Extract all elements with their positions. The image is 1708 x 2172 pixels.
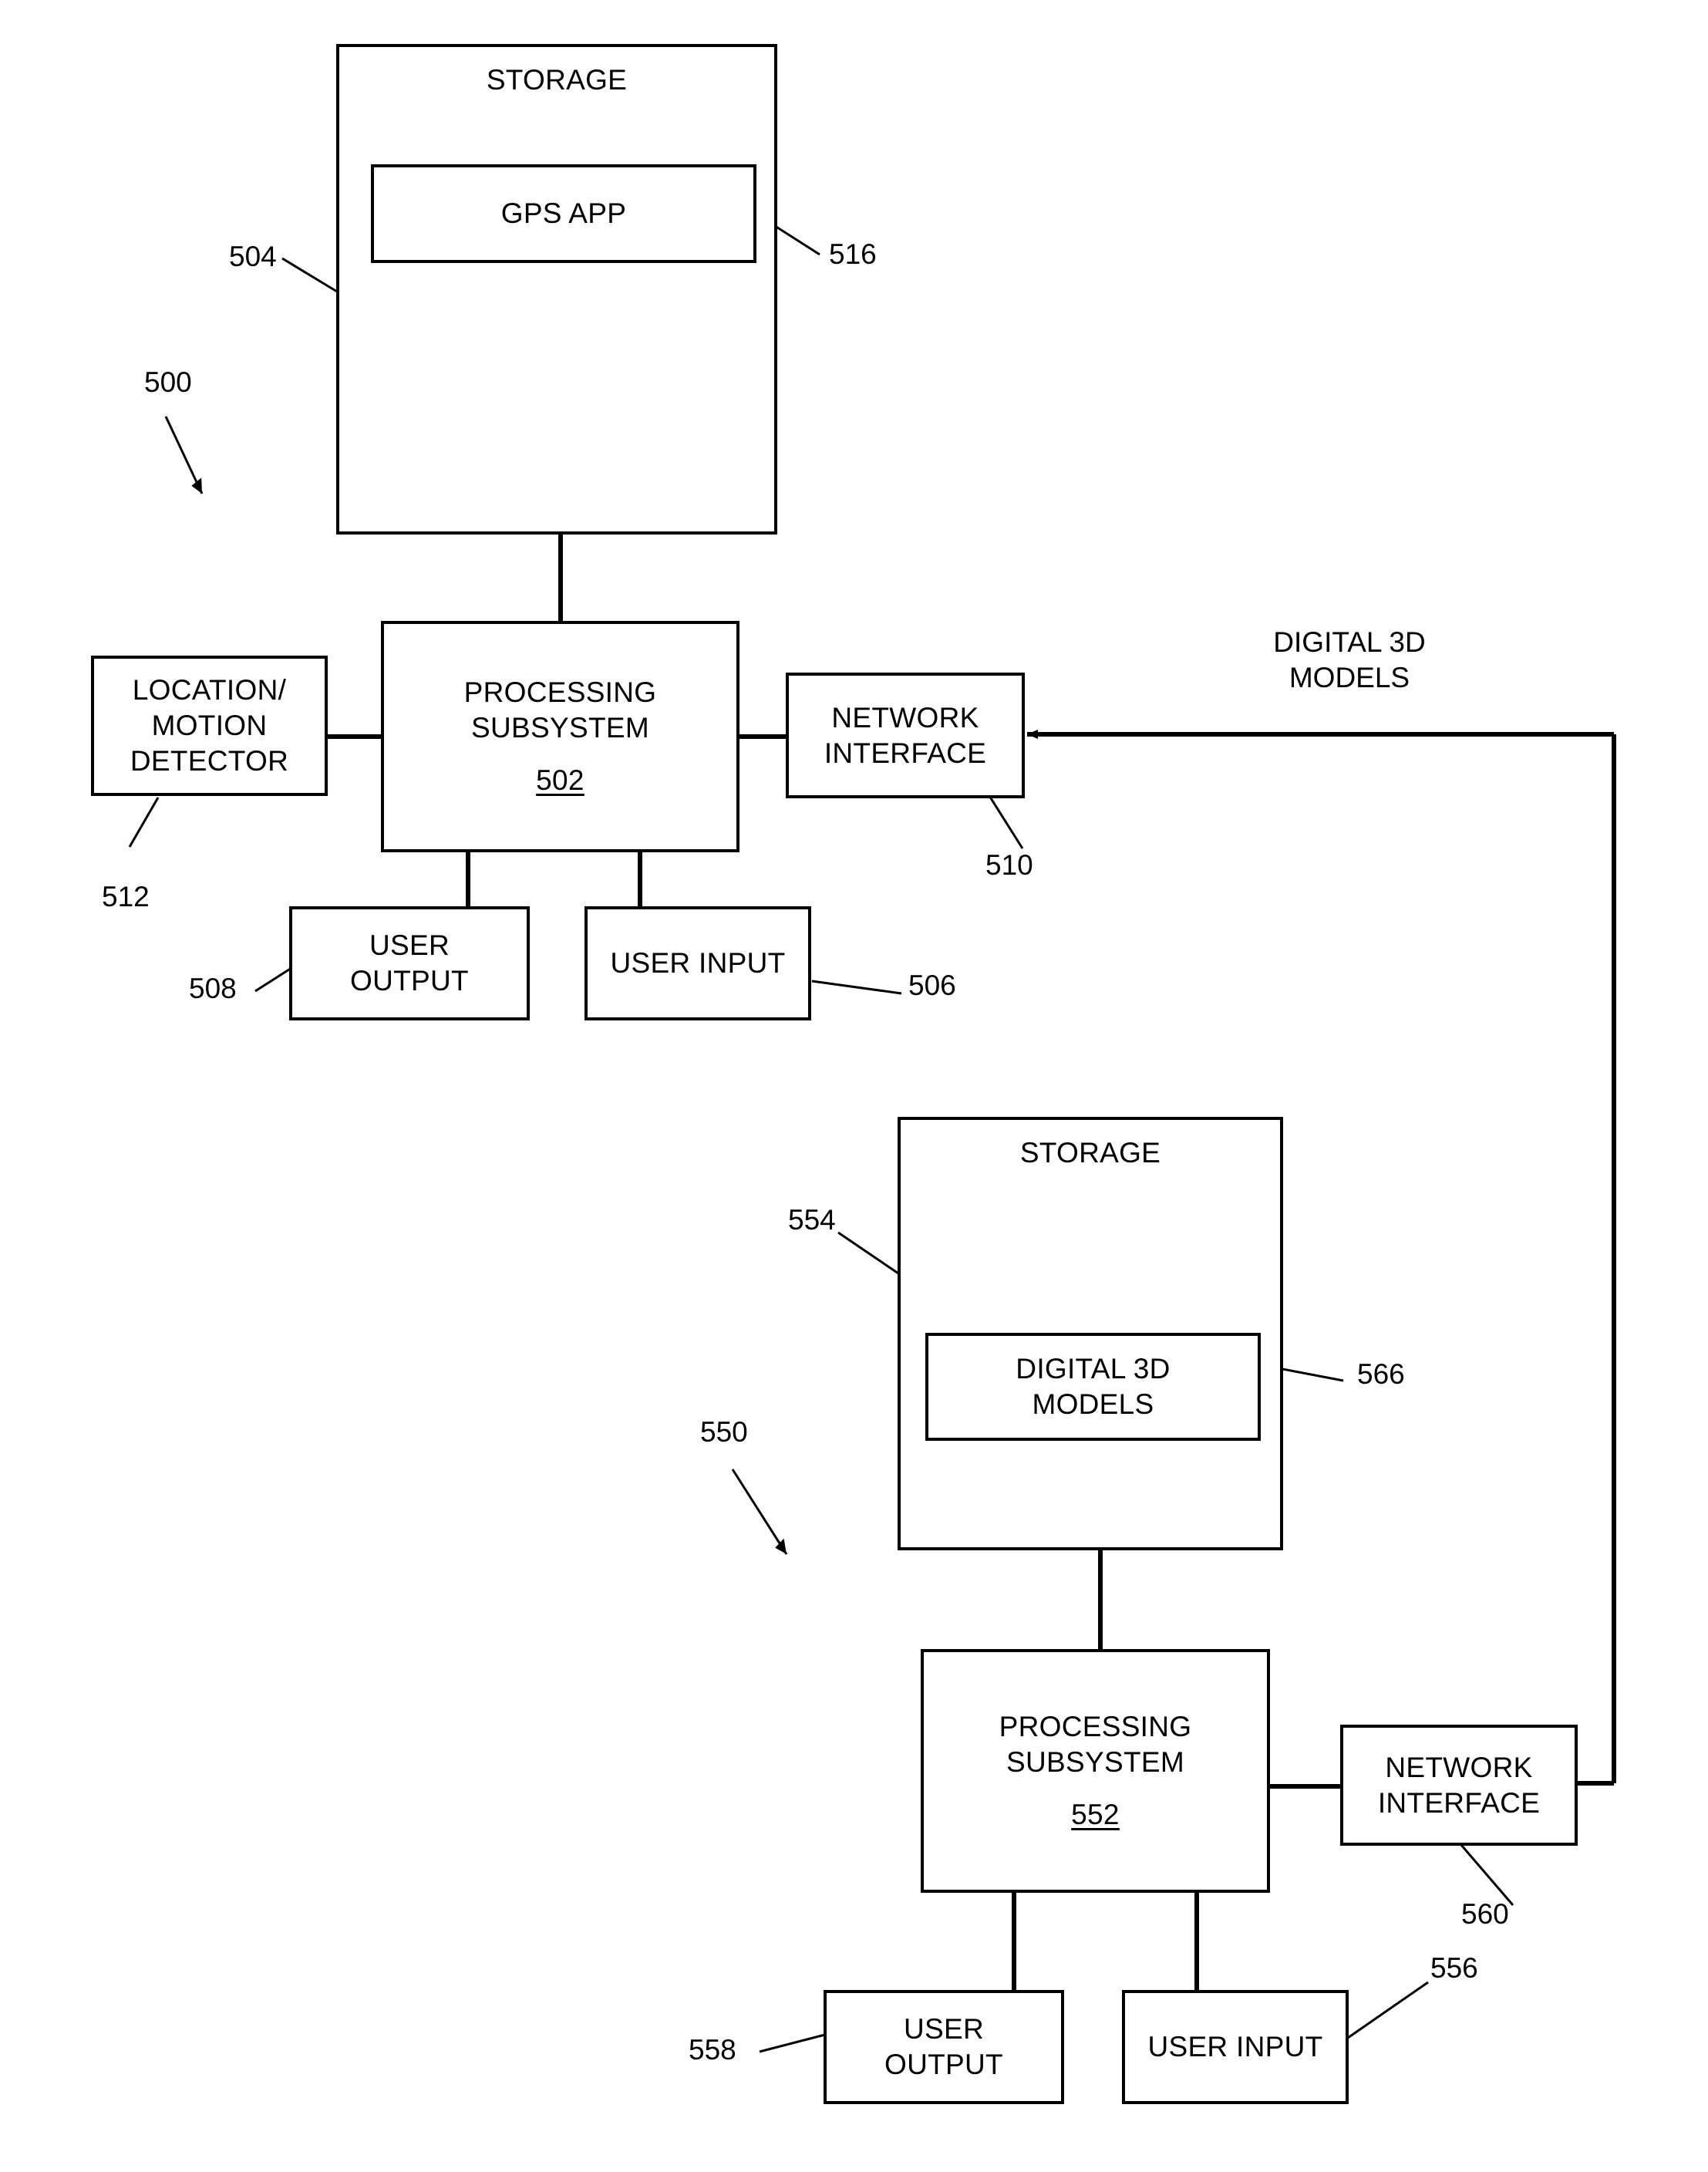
upper-network-interface-box[interactable]: NETWORK INTERFACE: [786, 673, 1025, 798]
digital-3d-models-box[interactable]: DIGITAL 3D MODELS: [925, 1333, 1261, 1441]
location-motion-detector-label: LOCATION/ MOTION DETECTOR: [130, 674, 289, 777]
leader-560: [1460, 1844, 1514, 1906]
location-motion-detector-box[interactable]: LOCATION/ MOTION DETECTOR: [91, 656, 328, 796]
refnum-554: 554: [788, 1204, 836, 1236]
refnum-504: 504: [229, 241, 277, 272]
lower-user-input-box[interactable]: USER INPUT: [1122, 1990, 1349, 2104]
refnum-556: 556: [1430, 1952, 1478, 1984]
leader-556: [1347, 1981, 1429, 2039]
refnum-566: 566: [1357, 1358, 1405, 1390]
lower-network-interface-box[interactable]: NETWORK INTERFACE: [1340, 1725, 1578, 1846]
lower-processing-subsystem-label: PROCESSING SUBSYSTEM: [999, 1711, 1192, 1778]
upper-user-output-box[interactable]: USER OUTPUT: [289, 906, 530, 1020]
upper-network-interface-label: NETWORK INTERFACE: [824, 701, 987, 769]
upper-user-input-box[interactable]: USER INPUT: [584, 906, 811, 1020]
pointer-arrow-550: [731, 1469, 788, 1555]
refnum-506: 506: [908, 970, 956, 1001]
lower-user-input-label: USER INPUT: [1147, 2031, 1323, 2062]
connector-wires: [128, 212, 1616, 2053]
leader-504: [281, 257, 338, 293]
network-link-label: DIGITAL 3D MODELS: [1273, 626, 1426, 693]
leader-508: [254, 966, 292, 993]
lower-network-interface-label: NETWORK INTERFACE: [1377, 1751, 1541, 1819]
upper-processing-subsystem-ref: 502: [536, 764, 584, 796]
leader-506: [811, 980, 902, 995]
pointer-arrow-500: [164, 416, 204, 494]
upper-user-input-label: USER INPUT: [610, 947, 786, 979]
gps-app-box[interactable]: GPS APP: [371, 164, 756, 263]
upper-storage-label: STORAGE: [486, 64, 628, 96]
leader-554: [837, 1231, 901, 1277]
lower-processing-subsystem-box[interactable]: PROCESSING SUBSYSTEM 552: [921, 1649, 1270, 1893]
lower-processing-subsystem-ref: 552: [1071, 1799, 1120, 1830]
leader-512: [128, 797, 160, 848]
upper-processing-subsystem-label: PROCESSING SUBSYSTEM: [463, 676, 657, 744]
refnum-508: 508: [189, 973, 237, 1004]
refnum-510: 510: [985, 849, 1033, 881]
upper-storage-box[interactable]: STORAGE: [336, 44, 777, 535]
refnum-550: 550: [700, 1416, 748, 1448]
refnum-516: 516: [829, 238, 877, 270]
lower-storage-label: STORAGE: [1019, 1137, 1161, 1169]
refnum-500: 500: [144, 366, 192, 398]
lower-user-output-label: USER OUTPUT: [884, 2013, 1003, 2080]
leader-558: [759, 2033, 826, 2053]
figure-canvas: STORAGE GPS APP PROCESSING SUBSYSTEM 502…: [0, 0, 1708, 2172]
upper-user-output-label: USER OUTPUT: [350, 929, 469, 997]
lower-user-output-box[interactable]: USER OUTPUT: [824, 1990, 1064, 2104]
digital-3d-models-label: DIGITAL 3D MODELS: [1016, 1353, 1171, 1420]
refnum-558: 558: [689, 2034, 736, 2066]
gps-app-label: GPS APP: [500, 197, 627, 229]
refnum-512: 512: [102, 881, 150, 912]
refnum-560: 560: [1461, 1898, 1509, 1930]
upper-processing-subsystem-box[interactable]: PROCESSING SUBSYSTEM 502: [381, 621, 739, 852]
